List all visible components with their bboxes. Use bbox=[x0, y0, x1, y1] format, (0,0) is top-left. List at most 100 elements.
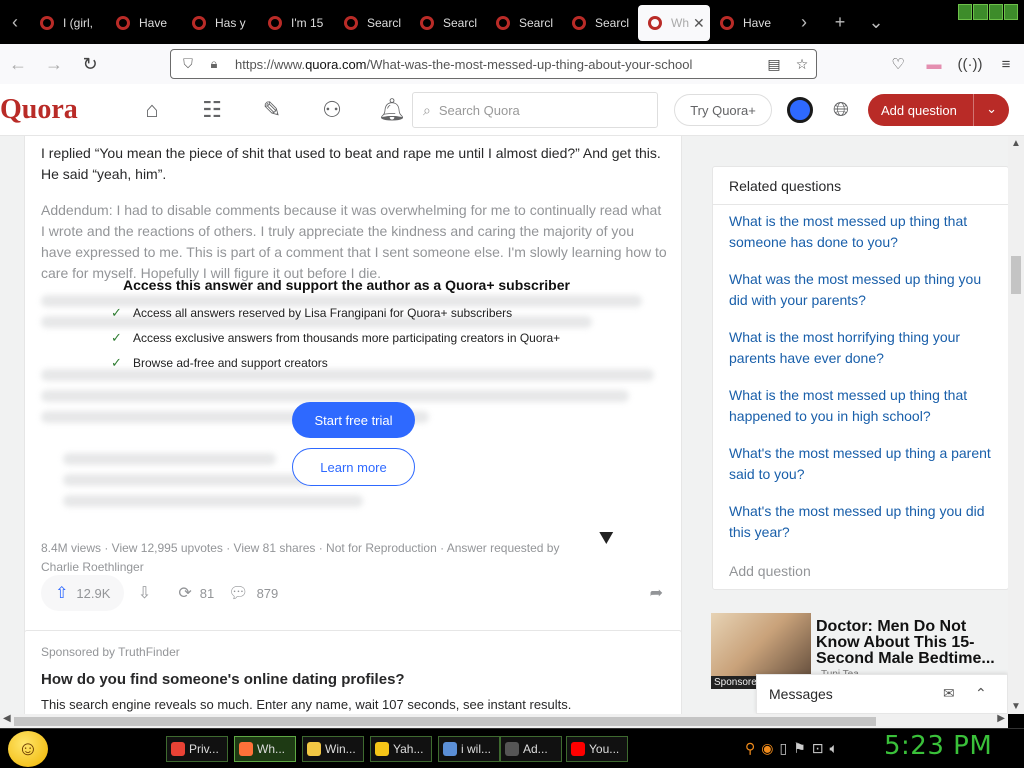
scroll-down-icon[interactable]: ▼ bbox=[1008, 701, 1024, 712]
try-quora-plus-button[interactable]: Try Quora+ bbox=[674, 94, 772, 126]
folder-icon bbox=[307, 742, 321, 756]
related-question-link[interactable]: What is the most messed up thing that so… bbox=[729, 211, 992, 253]
list-tabs-icon[interactable]: ⌄ bbox=[858, 12, 894, 33]
benefit-item: ✓ Access all answers reserved by Lisa Fra… bbox=[111, 305, 513, 320]
quora-favicon-icon bbox=[192, 16, 206, 30]
browser-tab[interactable]: Have bbox=[106, 5, 182, 41]
browser-tab[interactable]: Have bbox=[710, 5, 786, 41]
add-question-link[interactable]: Add question bbox=[729, 563, 811, 579]
upvote-count: 12.9K bbox=[76, 585, 111, 601]
scroll-tabs-left-button[interactable]: ‹ bbox=[0, 0, 30, 44]
menu-icon[interactable]: ≡ bbox=[988, 56, 1024, 73]
url-bar[interactable]: ⛉ 🔒︎ https://www.quora.com/What-was-the-… bbox=[170, 49, 817, 79]
volume-icon[interactable]: 🔈︎ bbox=[830, 740, 838, 757]
spaces-icon[interactable]: ⚇ bbox=[302, 92, 362, 128]
yahoo-messenger-icon bbox=[375, 742, 389, 756]
pocket-icon[interactable]: ♡ bbox=[880, 55, 916, 73]
related-question-link[interactable]: What's the most messed up thing you did … bbox=[729, 501, 992, 543]
taskbar: ☺ Priv... Wh... Win... Yah... i wil... A… bbox=[0, 728, 1024, 768]
following-icon[interactable]: ☷ bbox=[182, 92, 242, 128]
bookmark-star-icon[interactable]: ☆ bbox=[788, 56, 816, 73]
learn-more-button[interactable]: Learn more bbox=[292, 448, 415, 486]
messages-widget[interactable]: Messages ✉ ⌃ bbox=[756, 674, 1008, 714]
start-smiley-icon[interactable]: ☺ bbox=[8, 731, 48, 767]
compose-message-icon[interactable]: ✉ bbox=[943, 685, 955, 702]
downvote-button[interactable]: ⇩ bbox=[124, 575, 164, 611]
horizontal-scrollbar[interactable]: ◀ ▶ bbox=[0, 713, 1008, 728]
new-tab-icon[interactable]: + bbox=[822, 12, 858, 33]
taskbar-item[interactable]: Yah... bbox=[370, 736, 432, 762]
browser-tab[interactable]: I'm 15 bbox=[258, 5, 334, 41]
search-tray-icon[interactable]: ⚲ bbox=[745, 740, 755, 757]
browser-tab[interactable]: Searcl bbox=[486, 5, 562, 41]
taskbar-item[interactable]: Win... bbox=[302, 736, 364, 762]
sponsored-title[interactable]: How do you find someone's online dating … bbox=[41, 671, 405, 688]
related-question-link[interactable]: What is the most horrifying thing your p… bbox=[729, 327, 992, 369]
taskbar-item[interactable]: You... bbox=[566, 736, 628, 762]
ad-title[interactable]: Doctor: Men Do Not Know About This 15-Se… bbox=[816, 619, 1006, 667]
chevron-up-icon[interactable]: ⌃ bbox=[975, 685, 987, 702]
close-tab-icon[interactable]: ✕ bbox=[693, 15, 705, 32]
tab-label: Have bbox=[139, 16, 168, 30]
share-arrow-icon[interactable]: ➦ bbox=[650, 583, 663, 603]
share-count-button[interactable]: ⟳ 81 bbox=[178, 583, 214, 603]
back-icon[interactable]: ← bbox=[0, 44, 36, 84]
flag-icon[interactable]: ⚑ bbox=[793, 740, 806, 757]
orange-circle-icon[interactable]: ◉ bbox=[761, 740, 773, 757]
reload-icon[interactable]: ↻ bbox=[72, 44, 108, 84]
scroll-tabs-right-icon[interactable]: › bbox=[786, 12, 822, 33]
upvote-button[interactable]: ⇧ 12.9K bbox=[41, 575, 125, 611]
taskbar-item[interactable]: i wil... bbox=[438, 736, 500, 762]
tab-label: Wh bbox=[671, 16, 689, 30]
shield-icon[interactable]: ⛉ bbox=[179, 56, 197, 72]
related-question-link[interactable]: What was the most messed up thing you di… bbox=[729, 269, 992, 311]
browser-tab[interactable]: Searcl bbox=[562, 5, 638, 41]
paywall-title: Access this answer and support the autho… bbox=[123, 277, 570, 293]
add-question-button[interactable]: Add question ⌄ bbox=[868, 94, 1009, 126]
scroll-up-icon[interactable]: ▲ bbox=[1008, 138, 1024, 149]
answer-stats[interactable]: 8.4M views · View 12,995 upvotes · View … bbox=[41, 539, 641, 558]
taskbar-item[interactable]: Ad... bbox=[500, 736, 562, 762]
chevron-down-icon[interactable]: ⌄ bbox=[986, 101, 997, 117]
taskbar-item[interactable]: Priv... bbox=[166, 736, 228, 762]
scroll-right-icon[interactable]: ▶ bbox=[997, 713, 1005, 724]
sponsored-post[interactable]: Sponsored by TruthFinder How do you find… bbox=[24, 630, 682, 714]
quora-favicon-icon bbox=[116, 16, 130, 30]
browser-tab-active[interactable]: Wh ✕ bbox=[638, 5, 710, 41]
language-globe-icon[interactable]: 🌐︎ bbox=[827, 96, 855, 124]
check-icon: ✓ bbox=[111, 355, 122, 370]
home-icon[interactable]: ⌂ bbox=[122, 92, 182, 128]
extension-icon[interactable]: ((·)) bbox=[952, 56, 988, 73]
forward-icon[interactable]: → bbox=[36, 44, 72, 84]
clock[interactable]: 5:23 PM bbox=[884, 731, 992, 761]
messages-label: Messages bbox=[769, 686, 833, 702]
scroll-left-icon[interactable]: ◀ bbox=[3, 713, 11, 724]
chrome-icon bbox=[171, 742, 185, 756]
scrollbar-thumb[interactable] bbox=[14, 717, 876, 726]
search-input[interactable]: ⌕ Search Quora bbox=[412, 92, 658, 128]
network-icon[interactable]: ⊡ bbox=[812, 740, 824, 757]
browser-tab[interactable]: Has y bbox=[182, 5, 258, 41]
avatar[interactable] bbox=[787, 97, 813, 123]
related-question-link[interactable]: What's the most messed up thing a parent… bbox=[729, 443, 992, 485]
browser-tab[interactable]: Searcl bbox=[334, 5, 410, 41]
benefit-item: ✓ Browse ad-free and support creators bbox=[111, 355, 328, 370]
lock-icon[interactable]: 🔒︎ bbox=[205, 56, 223, 72]
browser-tab[interactable]: I (girl, bbox=[30, 5, 106, 41]
scrollbar-thumb[interactable] bbox=[1011, 256, 1021, 294]
browser-tab[interactable]: Searcl bbox=[410, 5, 486, 41]
answer-pencil-icon[interactable]: ✎ bbox=[242, 92, 302, 128]
quora-logo[interactable]: Quora bbox=[0, 94, 78, 126]
network-meter-icon bbox=[958, 4, 1018, 20]
taskbar-item-active[interactable]: Wh... bbox=[234, 736, 296, 762]
quora-favicon-icon bbox=[344, 16, 358, 30]
related-question-link[interactable]: What is the most messed up thing that ha… bbox=[729, 385, 992, 427]
extension-flag-icon[interactable]: ▬ bbox=[916, 56, 952, 73]
vertical-scrollbar[interactable]: ▲ ▼ bbox=[1008, 136, 1024, 714]
reader-view-icon[interactable]: ▤ bbox=[760, 56, 788, 73]
comments-button[interactable]: 💬︎ 879 bbox=[228, 583, 278, 603]
start-free-trial-button[interactable]: Start free trial bbox=[292, 402, 415, 438]
tab-label: Searcl bbox=[519, 16, 554, 30]
url-text[interactable]: https://www.quora.com/What-was-the-most-… bbox=[235, 57, 760, 72]
page-icon[interactable]: ▯ bbox=[779, 740, 787, 757]
